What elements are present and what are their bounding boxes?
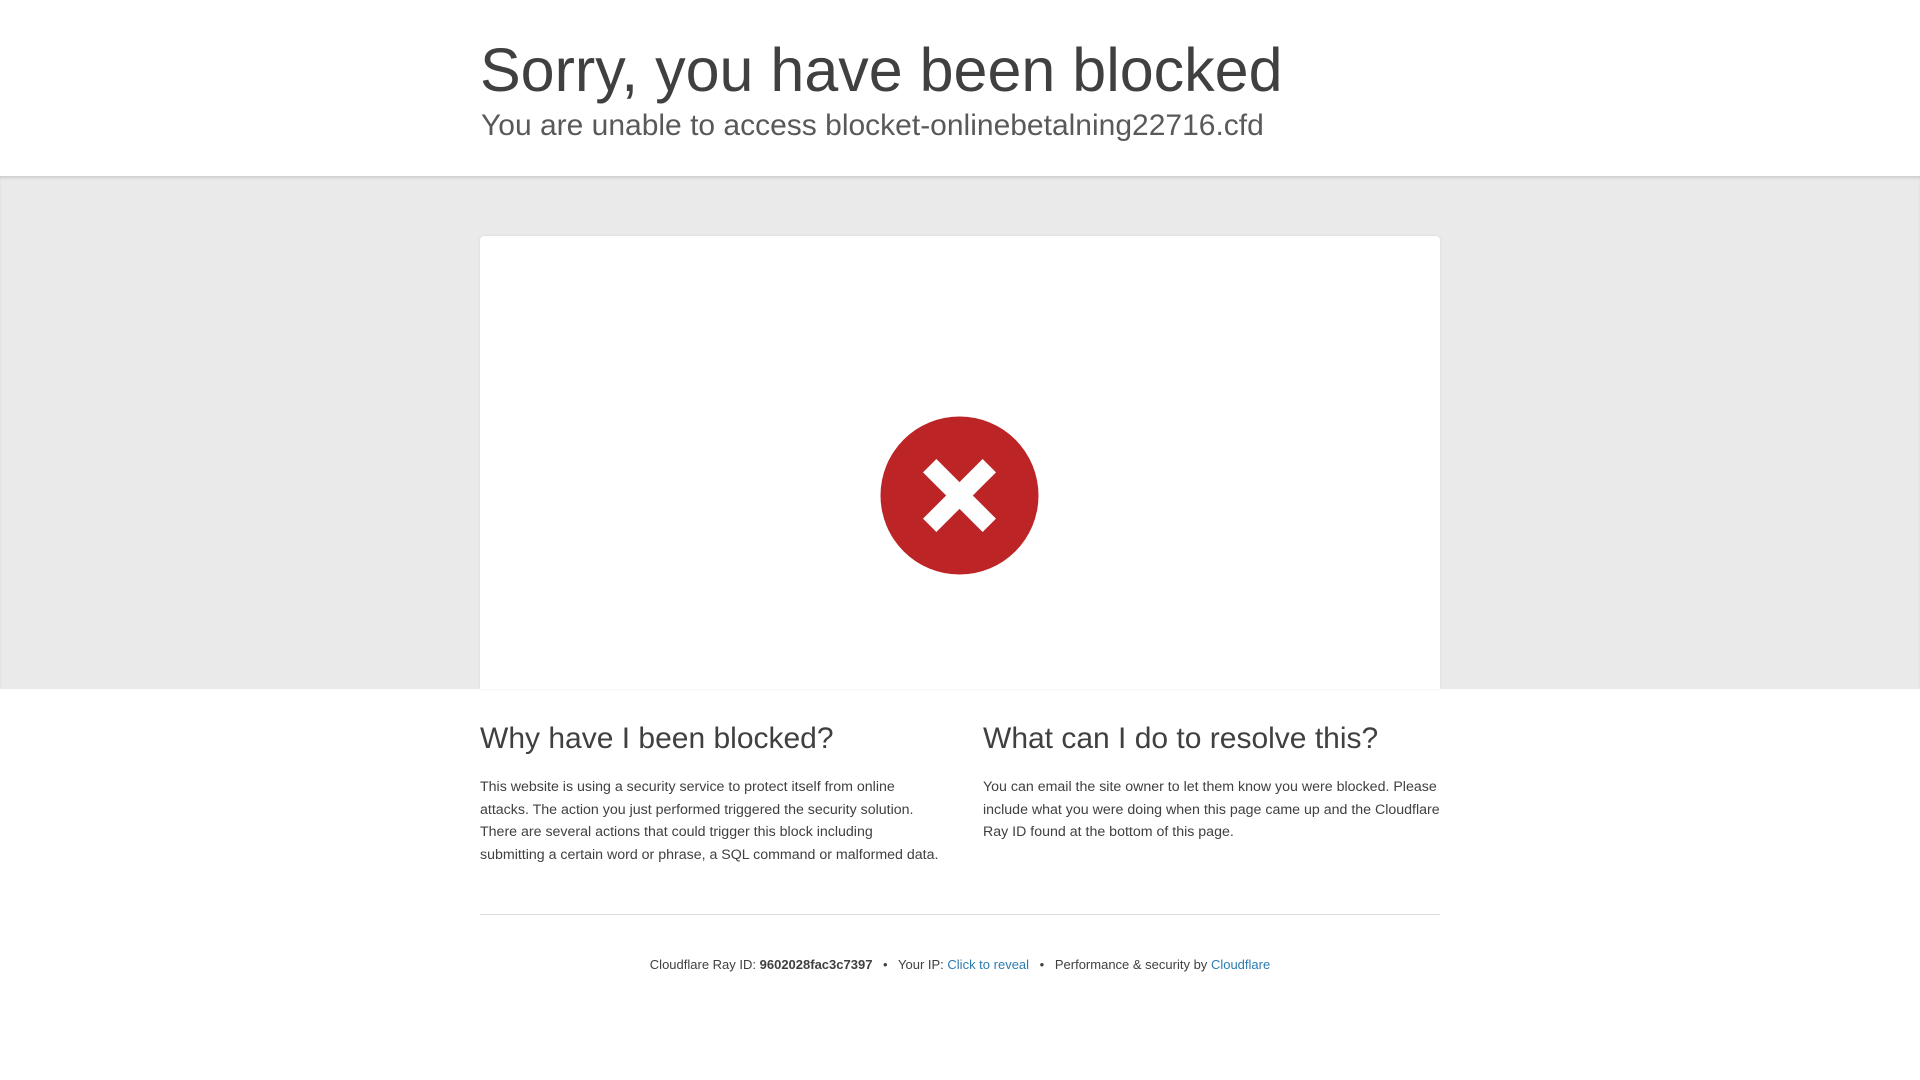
footer: Cloudflare Ray ID: 9602028fac3c7397 • Yo… — [0, 955, 1920, 975]
why-blocked-heading: Why have I been blocked? — [480, 722, 834, 755]
footer-divider — [480, 914, 1440, 915]
page-header: Sorry, you have been blocked You are una… — [0, 0, 1920, 176]
cloudflare-link[interactable]: Cloudflare — [1211, 957, 1270, 972]
ip-label: Your IP: — [898, 957, 944, 972]
why-blocked-section: Why have I been blocked? This website is… — [480, 716, 940, 866]
footer-separator: • — [883, 957, 888, 972]
error-card — [480, 236, 1440, 689]
resolve-text: You can email the site owner to let them… — [983, 779, 1440, 840]
page-title: Sorry, you have been blocked — [480, 36, 1283, 104]
resolve-heading: What can I do to resolve this? — [983, 722, 1379, 755]
ray-id-value: 9602028fac3c7397 — [759, 957, 873, 972]
resolve-section: What can I do to resolve this? You can e… — [983, 716, 1443, 844]
block-x-icon — [880, 416, 1039, 575]
page-subtitle: You are unable to access blocket-onlineb… — [481, 109, 1264, 142]
why-blocked-text: This website is using a security service… — [480, 779, 939, 863]
performance-label: Performance & security by — [1054, 957, 1208, 972]
ray-id-label: Cloudflare Ray ID: — [649, 957, 757, 972]
reveal-ip-link[interactable]: Click to reveal — [947, 957, 1029, 972]
footer-separator: • — [1039, 957, 1045, 972]
